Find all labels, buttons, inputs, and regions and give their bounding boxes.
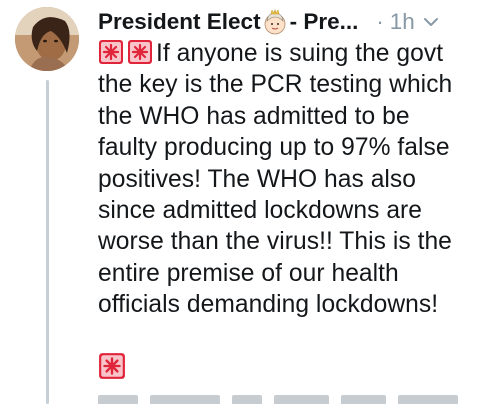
profile-photo-icon <box>15 7 79 71</box>
tweet-header: President Elect - Pre... · 1h <box>98 6 490 38</box>
display-name[interactable]: President Elect <box>98 6 261 38</box>
handle-fragment[interactable]: - Pre... <box>290 6 359 38</box>
tweet-text: If anyone is suing the govt the key is t… <box>98 38 493 321</box>
tweet-line-1: If anyone is suing the govt <box>98 38 493 69</box>
time-separator: · <box>376 9 384 34</box>
chevron-down-icon[interactable] <box>423 14 439 30</box>
tweet-line-4: faulty producing up to 97% false <box>98 134 450 162</box>
tweet-line-text: If anyone is suing the govt <box>156 40 444 67</box>
princess-emoji-icon <box>264 9 285 35</box>
police-car-light-icon <box>99 353 125 379</box>
timestamp[interactable]: 1h <box>390 6 415 38</box>
tweet-line-2: the key is the PCR testing which <box>98 71 453 99</box>
tweet-line-5: positives! The WHO has also <box>98 165 417 193</box>
cut-off-footer <box>98 392 478 404</box>
avatar[interactable] <box>15 7 79 71</box>
thread-line <box>46 80 49 404</box>
police-car-light-icon <box>128 40 152 64</box>
tweet-line-6: since admitted lockdowns are <box>98 197 423 225</box>
tweet-line-8: entire premise of our health <box>98 259 399 287</box>
tweet-line-9: officials demanding lockdowns! <box>98 291 439 319</box>
police-car-light-icon <box>99 40 123 64</box>
tweet-line-3: the WHO has admitted to be <box>98 102 410 130</box>
tweet-line-7: worse than the virus!! This is the <box>98 228 452 256</box>
